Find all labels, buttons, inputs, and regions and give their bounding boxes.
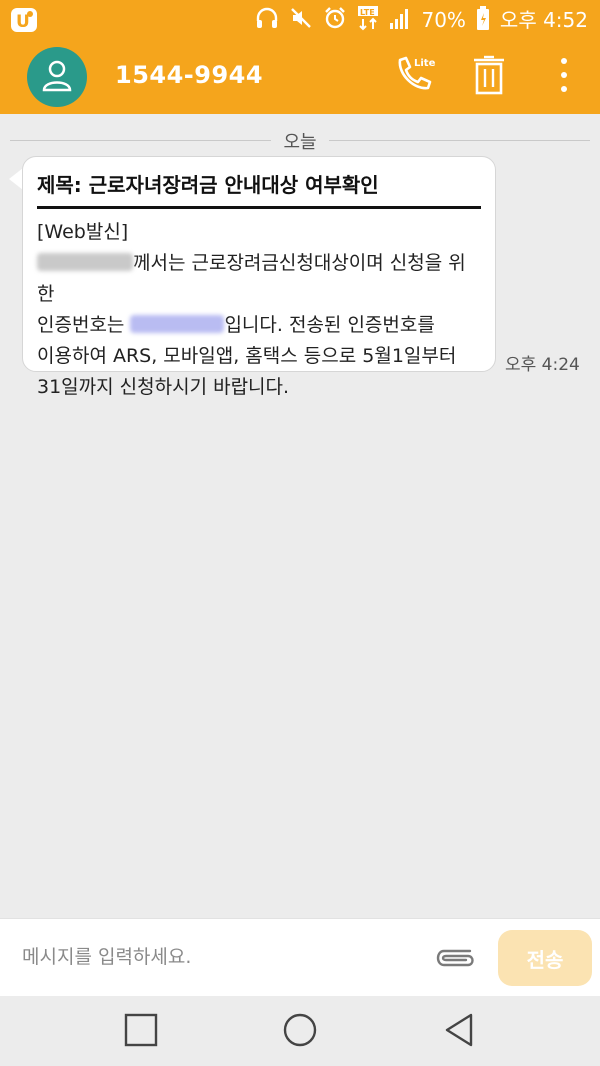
headphones-icon [255,6,279,34]
back-button[interactable] [437,1010,481,1054]
message-bubble[interactable]: 제목: 근로자녀장려금 안내대상 여부확인 [Web발신] 께서는 근로장려금신… [22,156,496,398]
message-line: [Web발신] [37,221,129,243]
bubble-tail [9,168,23,190]
home-icon [281,1011,319,1053]
recents-button[interactable] [119,1010,163,1054]
signal-icon [389,6,411,34]
attach-button[interactable] [430,941,476,975]
battery-icon [476,5,490,35]
person-icon [40,58,74,96]
recents-icon [123,1012,159,1052]
delete-button[interactable] [468,55,510,99]
contact-name[interactable]: 1544-9944 [115,61,263,89]
message-body: [Web발신] 께서는 근로장려금신청대상이며 신청을 위한 인증번호는 입니다… [37,217,481,403]
compose-bar: 전송 [0,918,600,996]
more-options-button[interactable] [543,56,585,98]
call-badge-text: Lite [414,58,436,69]
message-line: 31일까지 신청하시기 바랍니다. [37,376,290,398]
call-icon: Lite [392,54,438,100]
message-input[interactable] [22,937,412,977]
alarm-icon [323,6,347,34]
redacted-code [130,315,225,333]
message-subject: 제목: 근로자녀장려금 안내대상 여부확인 [37,169,481,209]
send-button[interactable]: 전송 [498,930,592,986]
date-separator: 오늘 [0,128,600,153]
svg-text:LTE: LTE [360,8,375,17]
lte-icon: LTE [357,5,379,35]
message-text: 인증번호는 [37,314,131,336]
call-button[interactable]: Lite [394,56,436,98]
navigation-bar [0,996,600,1066]
message-text: 입니다. 전송된 인증번호를 [224,314,435,336]
delete-icon [471,55,507,99]
carrier-logo-icon: U [10,7,40,37]
status-time: 오후 4:52 [499,8,588,32]
message-line: 께서는 근로장려금신청대상이며 신청을 위한 [37,248,481,310]
message-line: 이용하여 ARS, 모바일앱, 홈택스 등으로 5월1일부터 [37,345,457,367]
paperclip-icon [430,949,476,979]
message-line: 인증번호는 입니다. 전송된 인증번호를 [37,310,481,341]
avatar[interactable] [27,47,87,107]
back-icon [441,1011,477,1053]
status-bar: U LTE 70% 오후 4:52 [0,0,600,40]
mute-icon [289,6,313,34]
message-timestamp: 오후 4:24 [505,355,580,375]
home-button[interactable] [278,1010,322,1054]
date-separator-label: 오늘 [271,132,329,153]
battery-percent: 70% [421,8,466,32]
redacted-name [37,253,133,271]
app-bar: 1544-9944 Lite [0,40,600,114]
more-icon [559,57,569,97]
